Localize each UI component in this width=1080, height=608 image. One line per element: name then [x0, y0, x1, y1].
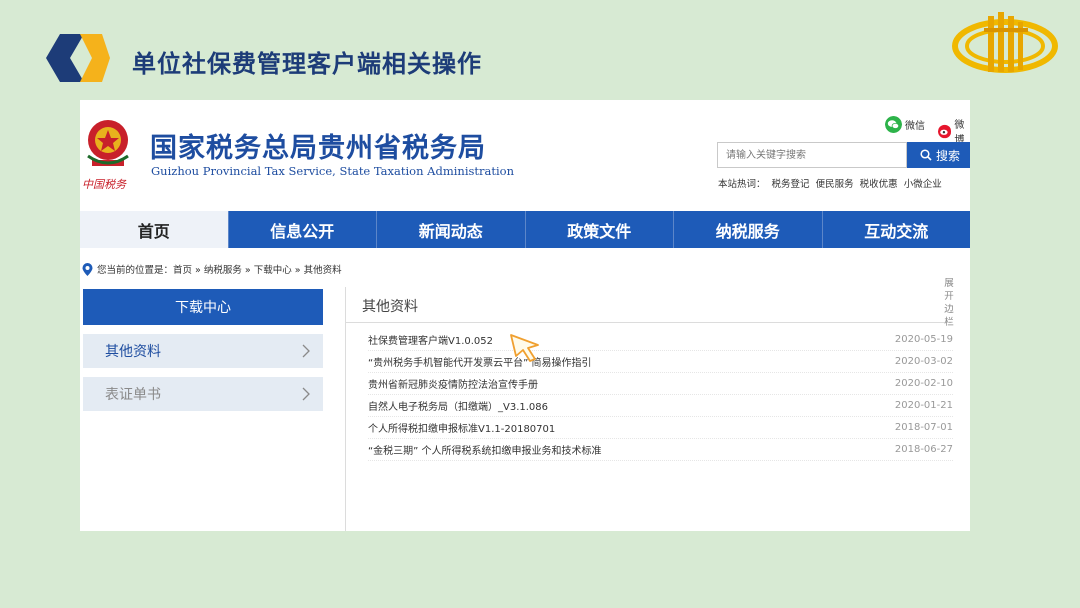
document-date: 2020-05-19: [894, 333, 953, 345]
chevron-right-icon: [302, 344, 310, 358]
content-title-divider: [346, 322, 951, 323]
document-row[interactable]: 自然人电子税务局（扣缴端）_V3.1.086 2020-01-21: [368, 394, 953, 417]
content-title: 其他资料: [362, 299, 418, 315]
nav-home[interactable]: 首页: [80, 211, 229, 248]
document-row[interactable]: 社保费管理客户端V1.0.052 2020-05-19: [368, 328, 953, 351]
search-icon: [920, 149, 932, 161]
expand-sidebar-toggle[interactable]: 展开边栏: [942, 277, 956, 329]
slide-logo-icon: [46, 34, 110, 82]
breadcrumb: 您当前的位置是： 首页 » 纳税服务 » 下载中心 » 其他资料: [82, 262, 342, 276]
search-button[interactable]: 搜索: [907, 142, 970, 168]
site-header: 中国税务 国家税务总局贵州省税务局 Guizhou Provincial Tax…: [80, 100, 970, 210]
document-title-link[interactable]: 社保费管理客户端V1.0.052: [368, 332, 493, 347]
weibo-icon: [938, 124, 952, 138]
sidebar-item-label: 其他资料: [105, 344, 161, 360]
content-divider: [345, 287, 346, 531]
document-date: 2018-07-01: [894, 421, 953, 433]
wechat-label: 微信: [905, 121, 925, 132]
document-title-link[interactable]: 贵州省新冠肺炎疫情防控法治宣传手册: [368, 376, 538, 391]
wechat-icon: [885, 116, 902, 133]
document-title-link[interactable]: “贵州税务手机智能代开发票云平台” 简易操作指引: [368, 354, 592, 369]
hot-word-link[interactable]: 税收优惠: [860, 179, 898, 190]
slide-title: 单位社保费管理客户端相关操作: [132, 50, 482, 78]
hot-word-link[interactable]: 小微企业: [904, 179, 942, 190]
tax-emblem-icon: [952, 12, 1058, 73]
hot-word-link[interactable]: 便民服务: [816, 179, 854, 190]
search-input[interactable]: [717, 142, 907, 168]
search-button-label: 搜索: [935, 148, 960, 163]
site-name[interactable]: 国家税务总局贵州省税务局: [150, 126, 486, 165]
document-title-link[interactable]: 个人所得税扣缴申报标准V1.1-20180701: [368, 420, 555, 435]
document-row[interactable]: “贵州税务手机智能代开发票云平台” 简易操作指引 2020-03-02: [368, 350, 953, 373]
sidebar-item-label: 表证单书: [105, 387, 161, 403]
nav-policy[interactable]: 政策文件: [526, 211, 674, 248]
nav-news[interactable]: 新闻动态: [377, 211, 526, 248]
hot-word-link[interactable]: 税务登记: [772, 179, 810, 190]
wechat-link[interactable]: 微信: [885, 116, 925, 133]
document-row[interactable]: “金税三期” 个人所得税系统扣缴申报业务和技术标准 2018-06-27: [368, 438, 953, 461]
pointer-cursor-icon: [510, 334, 539, 362]
website-screenshot: 中国税务 国家税务总局贵州省税务局 Guizhou Provincial Tax…: [80, 100, 970, 531]
breadcrumb-prefix: 您当前的位置是：: [97, 265, 174, 276]
nav-info-disclosure[interactable]: 信息公开: [229, 211, 377, 248]
site-name-english: Guizhou Provincial Tax Service, State Ta…: [151, 164, 514, 178]
badge-text: 中国税务: [82, 178, 126, 191]
document-date: 2020-02-10: [894, 377, 953, 389]
document-date: 2020-03-02: [894, 355, 953, 367]
document-title-link[interactable]: 自然人电子税务局（扣缴端）_V3.1.086: [368, 398, 548, 413]
sidebar-title: 下载中心: [83, 289, 323, 325]
hot-words: 本站热词： 税务登记 便民服务 税收优惠 小微企业: [718, 176, 945, 190]
document-row[interactable]: 贵州省新冠肺炎疫情防控法治宣传手册 2020-02-10: [368, 372, 953, 395]
nav-tax-service[interactable]: 纳税服务: [674, 211, 823, 248]
document-date: 2020-01-21: [894, 399, 953, 411]
sidebar-item-other-materials[interactable]: 其他资料: [83, 334, 323, 368]
hot-words-label: 本站热词：: [718, 179, 766, 190]
document-title-link[interactable]: “金税三期” 个人所得税系统扣缴申报业务和技术标准: [368, 442, 602, 457]
nav-interaction[interactable]: 互动交流: [823, 211, 971, 248]
sidebar-item-forms[interactable]: 表证单书: [83, 377, 323, 411]
main-nav: 首页 信息公开 新闻动态 政策文件 纳税服务 互动交流: [80, 211, 970, 248]
chevron-right-icon: [302, 387, 310, 401]
location-pin-icon: [82, 262, 93, 276]
breadcrumb-path[interactable]: 首页 » 纳税服务 » 下载中心 » 其他资料: [173, 262, 342, 276]
document-row[interactable]: 个人所得税扣缴申报标准V1.1-20180701 2018-07-01: [368, 416, 953, 439]
document-date: 2018-06-27: [894, 443, 953, 455]
